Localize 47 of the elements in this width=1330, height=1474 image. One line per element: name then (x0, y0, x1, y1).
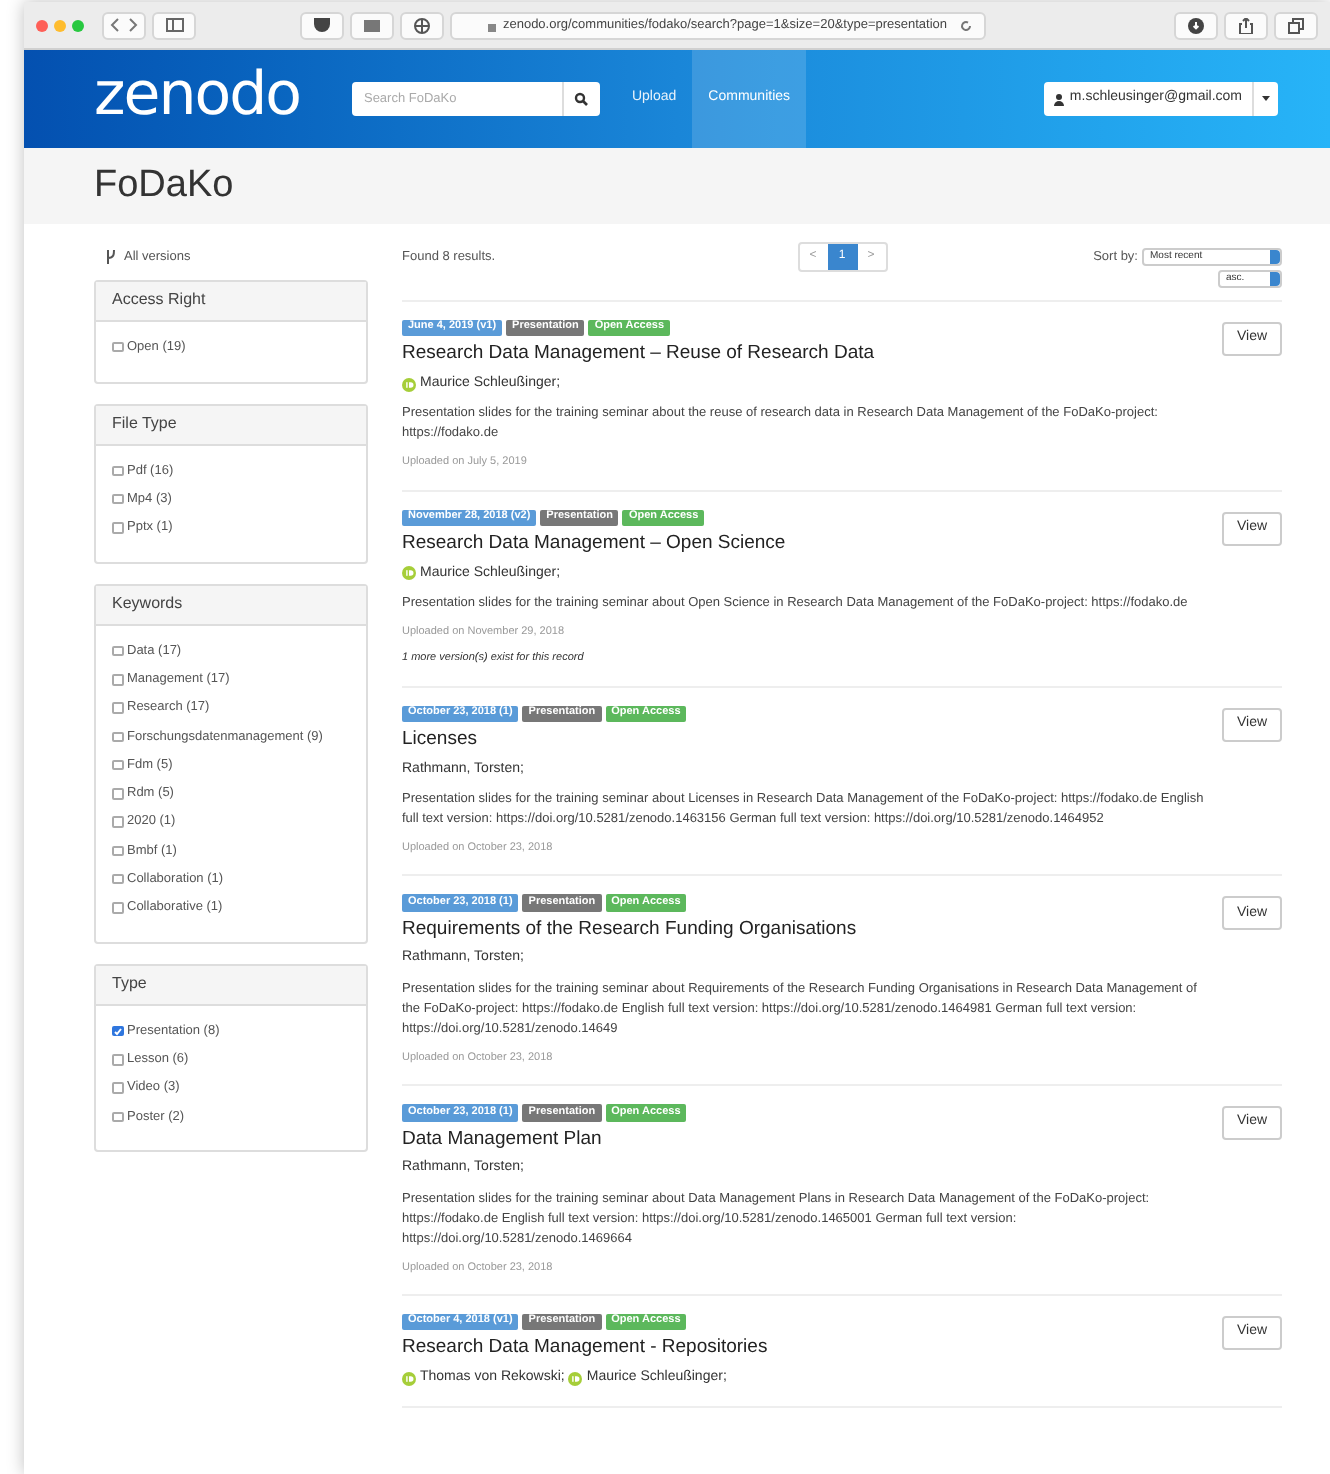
checkbox[interactable] (112, 493, 123, 505)
checkbox[interactable] (112, 845, 123, 857)
record-title[interactable]: Data Management Plan (402, 1129, 1206, 1148)
sidebar-icon (165, 18, 183, 32)
checkbox[interactable] (112, 873, 123, 885)
checkbox[interactable] (112, 702, 123, 714)
checkbox[interactable] (112, 645, 123, 657)
tabs-button[interactable] (1274, 11, 1318, 39)
checkbox[interactable] (112, 731, 123, 743)
facet-title: File Type (112, 412, 177, 436)
globe-button[interactable] (400, 11, 444, 39)
download-button[interactable] (1174, 11, 1218, 39)
checkbox[interactable] (112, 1111, 123, 1123)
record-title[interactable]: Research Data Management – Open Science (402, 534, 1206, 553)
checkbox[interactable] (112, 816, 123, 828)
share-icon (1238, 17, 1254, 33)
checkbox[interactable] (112, 1054, 123, 1066)
back-forward-buttons[interactable] (102, 11, 146, 39)
globe-icon (414, 17, 430, 33)
facet-title: Keywords (112, 592, 183, 617)
record-title[interactable]: Research Data Management – Reuse of Research Data (402, 344, 1206, 364)
checkbox[interactable] (112, 788, 123, 800)
share-button[interactable] (1224, 11, 1268, 39)
image-button[interactable] (350, 11, 394, 39)
checkbox[interactable] (112, 902, 123, 914)
tabs-icon (1288, 17, 1304, 33)
checkbox[interactable] (112, 465, 123, 477)
sidebar-button[interactable] (152, 11, 196, 39)
search-icon (574, 92, 589, 106)
facet-title: Type (112, 972, 147, 997)
user-icon (1053, 93, 1064, 105)
record-title[interactable]: Requirements of the Research Funding Organisations (402, 919, 1206, 939)
facet-title: Access Right (112, 288, 206, 313)
record-title[interactable]: Licenses (402, 730, 1206, 749)
reload-icon (960, 19, 972, 31)
checkbox[interactable] (112, 674, 123, 686)
checkbox[interactable] (112, 759, 123, 771)
community-title: FoDaKo (94, 161, 234, 210)
checkbox[interactable] (112, 522, 123, 534)
download-icon (1188, 17, 1204, 33)
pocket-button[interactable] (300, 11, 344, 39)
checkbox[interactable] (112, 1082, 123, 1094)
caret-icon (1262, 96, 1270, 102)
checkbox[interactable] (112, 341, 123, 353)
zenodo-logo[interactable]: zenodo (94, 65, 300, 125)
record-title[interactable]: Research Data Management - Repositories (402, 1338, 1206, 1358)
chevrons-icon (110, 18, 138, 32)
